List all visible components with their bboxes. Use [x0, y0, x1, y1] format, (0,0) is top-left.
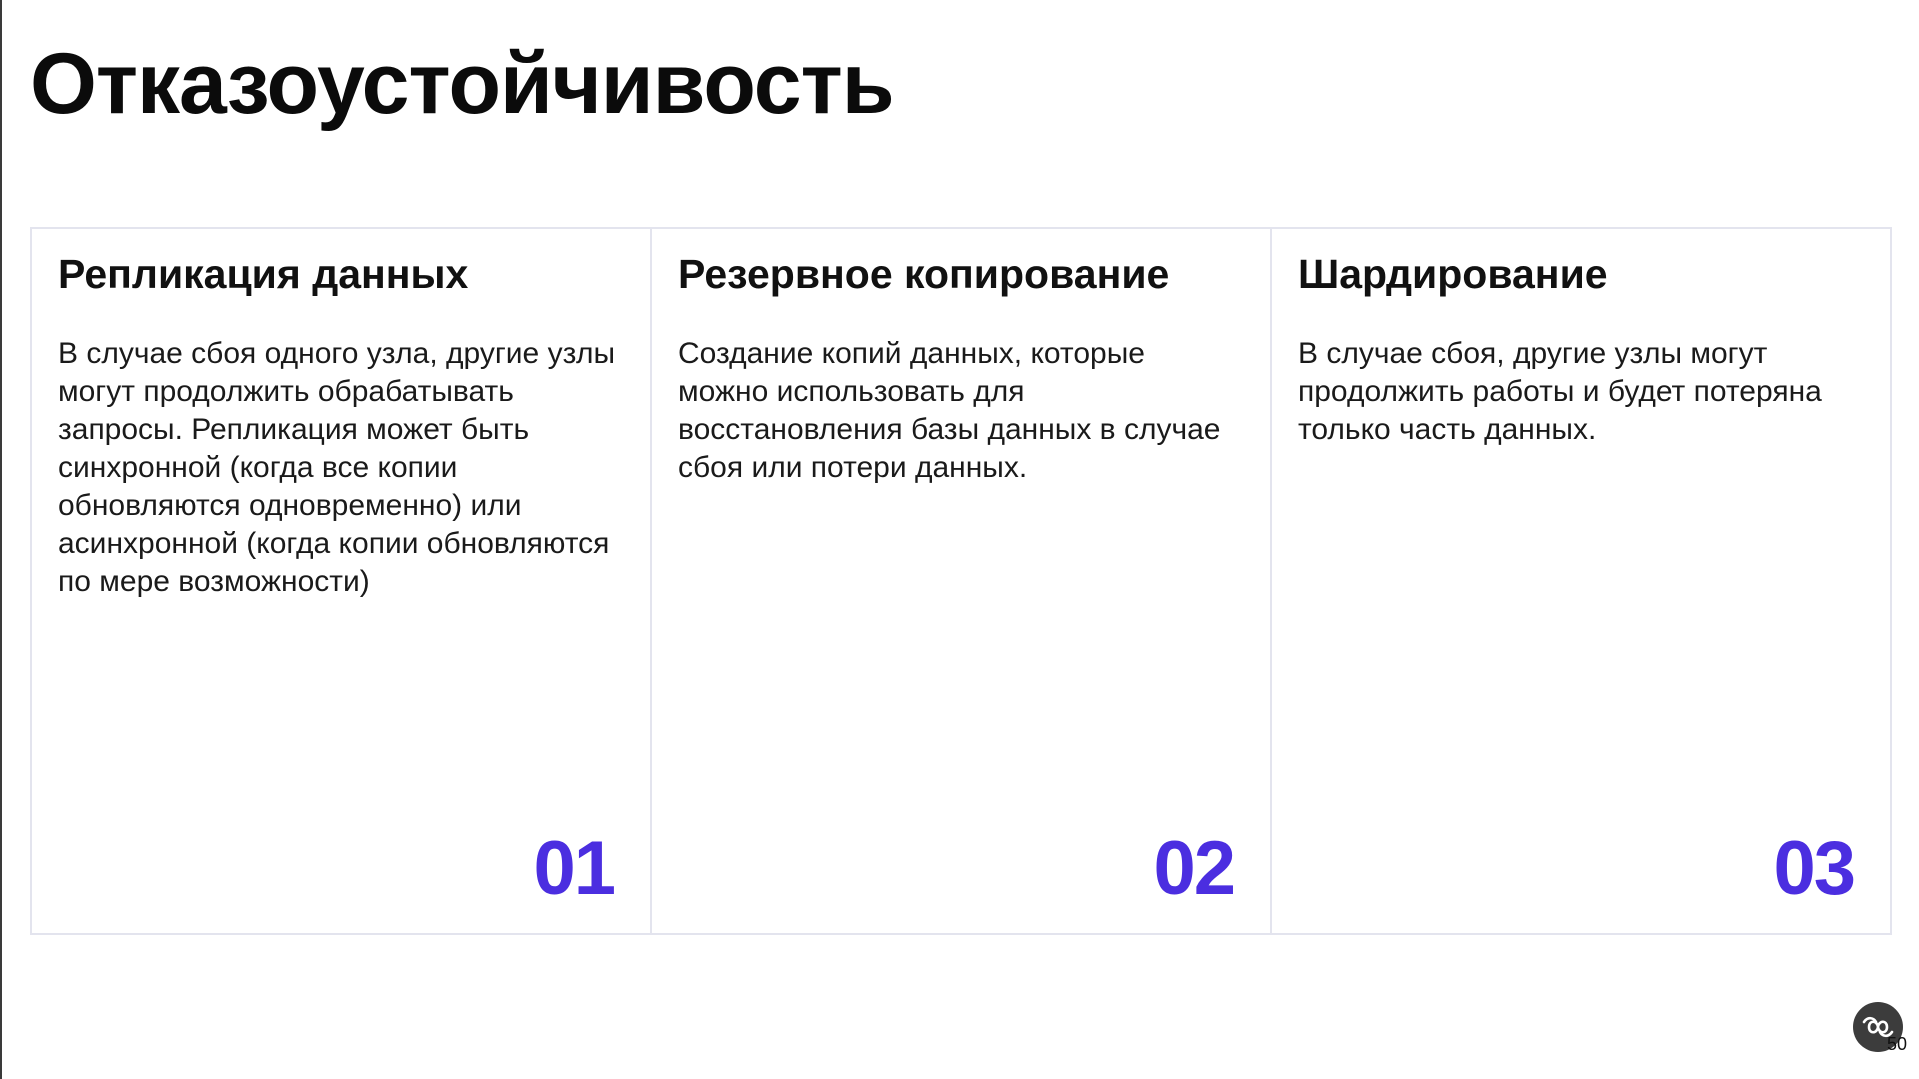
slide-title: Отказоустойчивость	[30, 36, 895, 132]
card-replication: Репликация данных В случае сбоя одного у…	[32, 229, 652, 933]
card-description: В случае сбоя, другие узлы могут продолж…	[1298, 337, 1822, 446]
card-title: Шардирование	[1298, 251, 1608, 297]
card-sharding: Шардирование В случае сбоя, другие узлы …	[1272, 229, 1890, 933]
page-number: 50	[1886, 1034, 1907, 1054]
card-description: Создание копий данных, которые можно исп…	[678, 337, 1221, 484]
card-number: 02	[1153, 826, 1236, 911]
card-backup: Резервное копирование Создание копий дан…	[652, 229, 1272, 933]
card-title: Резервное копирование	[678, 251, 1170, 297]
card-description: В случае сбоя одного узла, другие узлы м…	[58, 337, 616, 598]
card-title: Репликация данных	[58, 251, 469, 297]
left-edge-divider	[0, 0, 2, 1079]
cards-row: Репликация данных В случае сбоя одного у…	[30, 227, 1892, 935]
presentation-slide: Отказоустойчивость Репликация данных В с…	[0, 0, 1919, 1079]
card-number: 03	[1773, 826, 1856, 911]
card-number: 01	[533, 826, 616, 911]
